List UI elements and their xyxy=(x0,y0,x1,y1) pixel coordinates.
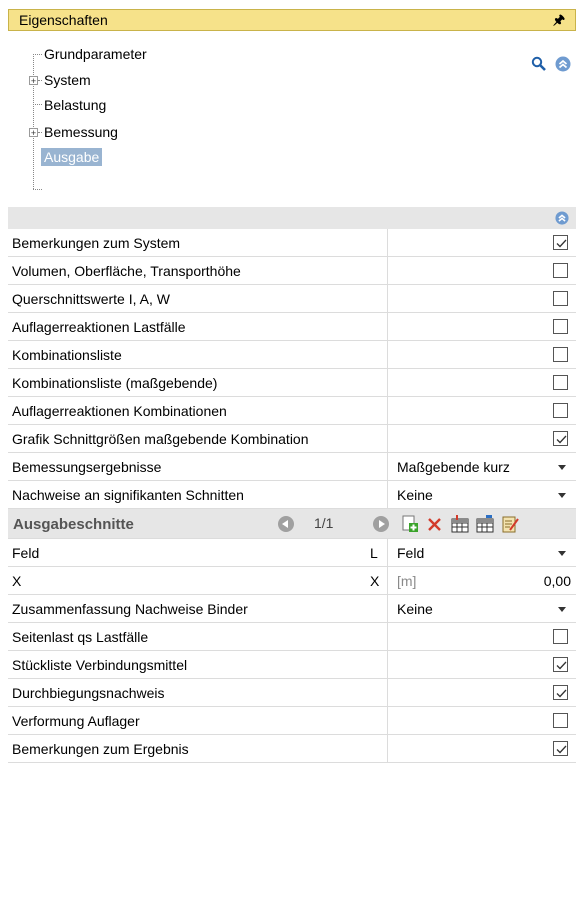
previous-icon[interactable] xyxy=(278,516,294,532)
properties-titlebar: Eigenschaften 🖈 xyxy=(8,9,576,31)
section-title: Ausgabeschnitte xyxy=(13,516,134,533)
property-row: Verformung Auflager xyxy=(8,707,576,735)
property-row: Bemerkungen zum Ergebnis xyxy=(8,735,576,763)
zusammenfassung-select[interactable]: Keine xyxy=(397,601,433,617)
checkbox-verformung[interactable] xyxy=(553,713,568,728)
feld-select[interactable]: Feld xyxy=(397,545,424,561)
expand-icon[interactable]: + xyxy=(29,128,38,138)
tree-item-system[interactable]: System xyxy=(44,70,91,90)
property-row: Bemerkungen zum System xyxy=(8,229,576,257)
property-row: Auflagerreaktionen Kombinationen xyxy=(8,397,576,425)
next-icon[interactable] xyxy=(373,516,389,532)
checkbox-auflagerreaktionen-lastfaelle[interactable] xyxy=(553,319,568,334)
property-row: Querschnittswerte I, A, W xyxy=(8,285,576,313)
pin-icon[interactable]: 🖈 xyxy=(553,11,565,33)
property-row: Seitenlast qs Lastfälle xyxy=(8,623,576,651)
property-row: Auflagerreaktionen Lastfälle xyxy=(8,313,576,341)
table-insert-icon[interactable] xyxy=(451,515,469,533)
tree-item-bemessung[interactable]: Bemessung xyxy=(44,122,118,142)
panel-title: Eigenschaften xyxy=(19,12,108,28)
property-row: Nachweise an signifikanten Schnitten Kein… xyxy=(8,481,576,509)
section-header: Ausgabeschnitte 1/1 xyxy=(8,509,576,539)
property-row: Volumen, Oberfläche, Transporthöhe xyxy=(8,257,576,285)
table-append-icon[interactable] xyxy=(476,515,494,533)
grid-header xyxy=(8,207,576,229)
delete-icon[interactable] xyxy=(426,515,444,533)
property-grid: Bemerkungen zum System Volumen, Oberfläc… xyxy=(8,207,576,763)
property-row: X X [m] 0,00 xyxy=(8,567,576,595)
edit-list-icon[interactable] xyxy=(501,515,519,533)
checkbox-volumen[interactable] xyxy=(553,263,568,278)
search-icon[interactable] xyxy=(531,56,547,75)
tree-item-belastung[interactable]: Belastung xyxy=(44,95,106,115)
property-row: Bemessungsergebnisse Maßgebende kurz xyxy=(8,453,576,481)
symbol-label: L xyxy=(370,545,378,561)
property-tree: Grundparameter + System Belastung + Beme… xyxy=(0,38,584,198)
symbol-label: X xyxy=(370,573,380,589)
property-row: Feld L Feld xyxy=(8,539,576,567)
add-icon[interactable] xyxy=(401,515,419,533)
checkbox-seitenlast[interactable] xyxy=(553,629,568,644)
chevron-down-icon[interactable] xyxy=(558,551,566,556)
page-indicator: 1/1 xyxy=(314,515,334,531)
property-row: Durchbiegungsnachweis xyxy=(8,679,576,707)
nachweise-select[interactable]: Keine xyxy=(397,487,433,503)
property-row: Kombinationsliste (maßgebende) xyxy=(8,369,576,397)
bemessungsergebnisse-select[interactable]: Maßgebende kurz xyxy=(397,459,510,475)
checkbox-durchbiegung[interactable] xyxy=(553,685,568,700)
checkbox-bemerkungen-system[interactable] xyxy=(553,235,568,250)
chevron-down-icon[interactable] xyxy=(558,465,566,470)
unit-label: [m] xyxy=(397,573,417,589)
collapse-icon[interactable] xyxy=(555,56,571,75)
property-row: Kombinationsliste xyxy=(8,341,576,369)
tree-item-grundparameter[interactable]: Grundparameter xyxy=(44,44,147,64)
checkbox-bemerkungen-ergebnis[interactable] xyxy=(553,741,568,756)
chevron-down-icon[interactable] xyxy=(558,493,566,498)
expand-icon[interactable]: + xyxy=(29,76,38,86)
checkbox-auflagerreaktionen-kombinationen[interactable] xyxy=(553,403,568,418)
chevron-down-icon[interactable] xyxy=(558,607,566,612)
checkbox-grafik-schnittgroessen[interactable] xyxy=(553,431,568,446)
tree-item-ausgabe[interactable]: Ausgabe xyxy=(41,147,103,167)
checkbox-kombinationsliste-massgebende[interactable] xyxy=(553,375,568,390)
x-value-input[interactable]: 0,00 xyxy=(544,573,571,589)
property-row: Zusammenfassung Nachweise Binder Keine xyxy=(8,595,576,623)
checkbox-querschnittswerte[interactable] xyxy=(553,291,568,306)
property-row: Stückliste Verbindungsmittel xyxy=(8,651,576,679)
property-row: Grafik Schnittgrößen maßgebende Kombinat… xyxy=(8,425,576,453)
checkbox-stueckliste[interactable] xyxy=(553,657,568,672)
checkbox-kombinationsliste[interactable] xyxy=(553,347,568,362)
collapse-icon[interactable] xyxy=(555,211,569,228)
